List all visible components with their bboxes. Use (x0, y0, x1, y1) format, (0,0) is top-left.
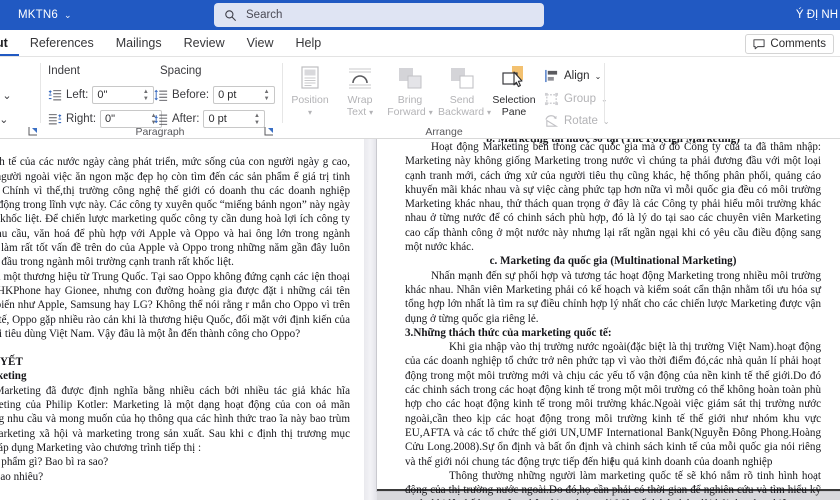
wrap-text-label-2: Text (346, 105, 367, 118)
clipped-dropdown-2[interactable]: on ⌄ (0, 113, 9, 126)
word-window: MKTN6 ⌄ Search Ý ĐỊ NH ut References Mai… (0, 0, 840, 500)
spacing-before-icon (154, 89, 168, 101)
tab-mailings[interactable]: Mailings (105, 30, 173, 56)
document-page-right[interactable]: b. Marketing tại nước sở tại (The Foreig… (377, 139, 840, 500)
ribbon-left-clipped-group: ers ⌄ on ⌄ (0, 63, 40, 127)
indent-left-stepper[interactable]: ▲ ▼ (141, 87, 150, 105)
right-paragraph-4: Thông thường những người làm marketing q… (405, 469, 821, 500)
comment-bubble-icon (753, 38, 765, 49)
send-backward-label-1: Send (449, 94, 475, 106)
spacing-before-row: Before: 0 pt ▲ ▼ (154, 86, 276, 105)
position-icon (301, 66, 319, 89)
ribbon-tab-strip: ut References Mailings Review View Help … (0, 30, 840, 57)
tab-view[interactable]: View (236, 30, 285, 56)
chevron-down-icon: ⌄ (63, 9, 72, 20)
page-right-body: Hoạt động Marketing bên trong các quốc g… (405, 140, 821, 500)
arrange-group-label: Arrange (425, 126, 463, 138)
spacing-section-header: Spacing (160, 65, 202, 77)
spacing-before-input[interactable]: 0 pt ▲ ▼ (213, 86, 276, 105)
group-label: Group (564, 93, 596, 105)
page-left-body: o n kinh tế của các nước ngày càng phát … (0, 141, 350, 484)
left-clipped-char: o (0, 141, 350, 155)
search-box[interactable]: Search (214, 3, 544, 27)
wrap-text-button[interactable]: Wrap Text ▾ (336, 65, 384, 118)
selection-pane-label-2: Pane (501, 105, 527, 118)
right-paragraph-1: Hoạt động Marketing bên trong các quốc g… (405, 141, 821, 254)
spacing-after-label: After: (172, 113, 200, 125)
title-bar: MKTN6 ⌄ Search Ý ĐỊ NH (0, 0, 840, 30)
wrap-text-label-1: Wrap (347, 94, 373, 106)
selection-pane-icon (502, 66, 523, 88)
document-name-menu[interactable]: MKTN6 ⌄ (18, 9, 72, 21)
selection-pane-label-1: Selection (492, 94, 536, 106)
paragraph-dialog-launcher[interactable] (264, 126, 275, 137)
indent-right-icon (48, 113, 62, 124)
left-blank-line (0, 341, 350, 355)
tab-review[interactable]: Review (173, 30, 236, 56)
indent-left-input[interactable]: 0" ▲ ▼ (92, 86, 155, 105)
position-label: Position (291, 94, 329, 106)
right-paragraph-3: Khi gia nhập vào thị trường nước ngoài(đ… (405, 341, 821, 468)
group-icon (544, 92, 559, 106)
tab-references[interactable]: References (19, 30, 105, 56)
send-backward-label-2: Backward (438, 105, 485, 118)
align-label: Align (564, 70, 590, 82)
left-paragraph-1: n kinh tế của các nước ngày càng phát tr… (0, 156, 350, 269)
spacing-before-value: 0 pt (218, 89, 237, 101)
comments-label: Comments (770, 38, 826, 50)
search-placeholder: Search (246, 9, 283, 21)
indent-left-icon (48, 89, 62, 100)
bring-forward-label-2: Forward (387, 105, 426, 118)
ribbon: ers ⌄ on ⌄ Indent Spacing Left: 0" ▲▼ (0, 57, 840, 139)
group-button[interactable]: Group ⌄ (544, 92, 608, 106)
page-setup-dialog-launcher[interactable] (28, 126, 39, 137)
paragraph-group: Indent Spacing Left: 0" ▲ ▼ Right: 0" ▲ … (42, 61, 278, 135)
document-page-left[interactable]: o n kinh tế của các nước ngày càng phát … (0, 139, 364, 500)
page-number: 1 (609, 457, 615, 468)
left-paragraph-4: : Sản phẩm gì? Bao bì ra sao? (0, 456, 109, 469)
tab-layout[interactable]: ut (0, 30, 19, 56)
right-paragraph-2: Nhấn mạnh đến sự phối hợp và tương tác h… (405, 269, 821, 325)
indent-section-header: Indent (48, 65, 80, 77)
send-backward-icon (451, 68, 474, 89)
send-backward-button[interactable]: Send Backward ▾ (438, 65, 491, 118)
indent-left-label: Left: (66, 89, 89, 101)
spacing-before-stepper[interactable]: ▲ ▼ (262, 87, 271, 105)
wrap-text-icon (349, 68, 371, 89)
align-button[interactable]: Align ⌄ (544, 69, 601, 83)
left-heading-1: THUYẾT (0, 356, 23, 369)
spacing-after-value: 0 pt (208, 113, 227, 125)
indent-right-label: Right: (66, 113, 97, 125)
title-right-text: Ý ĐỊ NH (795, 9, 838, 21)
left-paragraph-2: ữa, là một thương hiệu từ Trung Quốc. Tạ… (0, 270, 350, 340)
position-button[interactable]: Position ▾ (286, 65, 334, 118)
tab-help[interactable]: Help (284, 30, 332, 56)
left-paragraph-3: ệm Marketing đã được định nghĩa bằng nhi… (0, 384, 350, 454)
left-heading-2: Marketing (0, 370, 27, 383)
search-icon (225, 9, 236, 21)
paragraph-group-label: Paragraph (135, 126, 185, 138)
indent-right-value: 0" (105, 113, 116, 125)
bring-forward-button[interactable]: Bring Forward ▾ (386, 65, 434, 118)
document-canvas[interactable]: o n kinh tế của các nước ngày càng phát … (0, 139, 840, 500)
align-icon (545, 69, 558, 83)
left-paragraph-5: Giá bao nhiêu? (0, 470, 44, 483)
indent-left-value: 0" (97, 89, 108, 101)
right-heading-3: 3.Những thách thức của marketing quốc tế… (405, 326, 612, 339)
page-gutter (364, 139, 377, 500)
bring-forward-label-1: Bring (397, 94, 423, 106)
clipped-dropdown-1[interactable]: ers ⌄ (0, 89, 12, 102)
spacing-after-icon (154, 114, 168, 125)
right-heading-c: c. Marketing đa quốc gia (Multinational … (489, 255, 737, 268)
align-chevron-down-icon: ⌄ (594, 71, 602, 81)
selection-pane-button[interactable]: Selection Pane (486, 65, 542, 118)
document-name-label: MKTN6 (18, 9, 58, 21)
spacing-before-label: Before: (172, 89, 210, 101)
bring-forward-icon (399, 68, 422, 89)
comments-button[interactable]: Comments (745, 34, 834, 54)
indent-left-row: Left: 0" ▲ ▼ (48, 86, 155, 105)
